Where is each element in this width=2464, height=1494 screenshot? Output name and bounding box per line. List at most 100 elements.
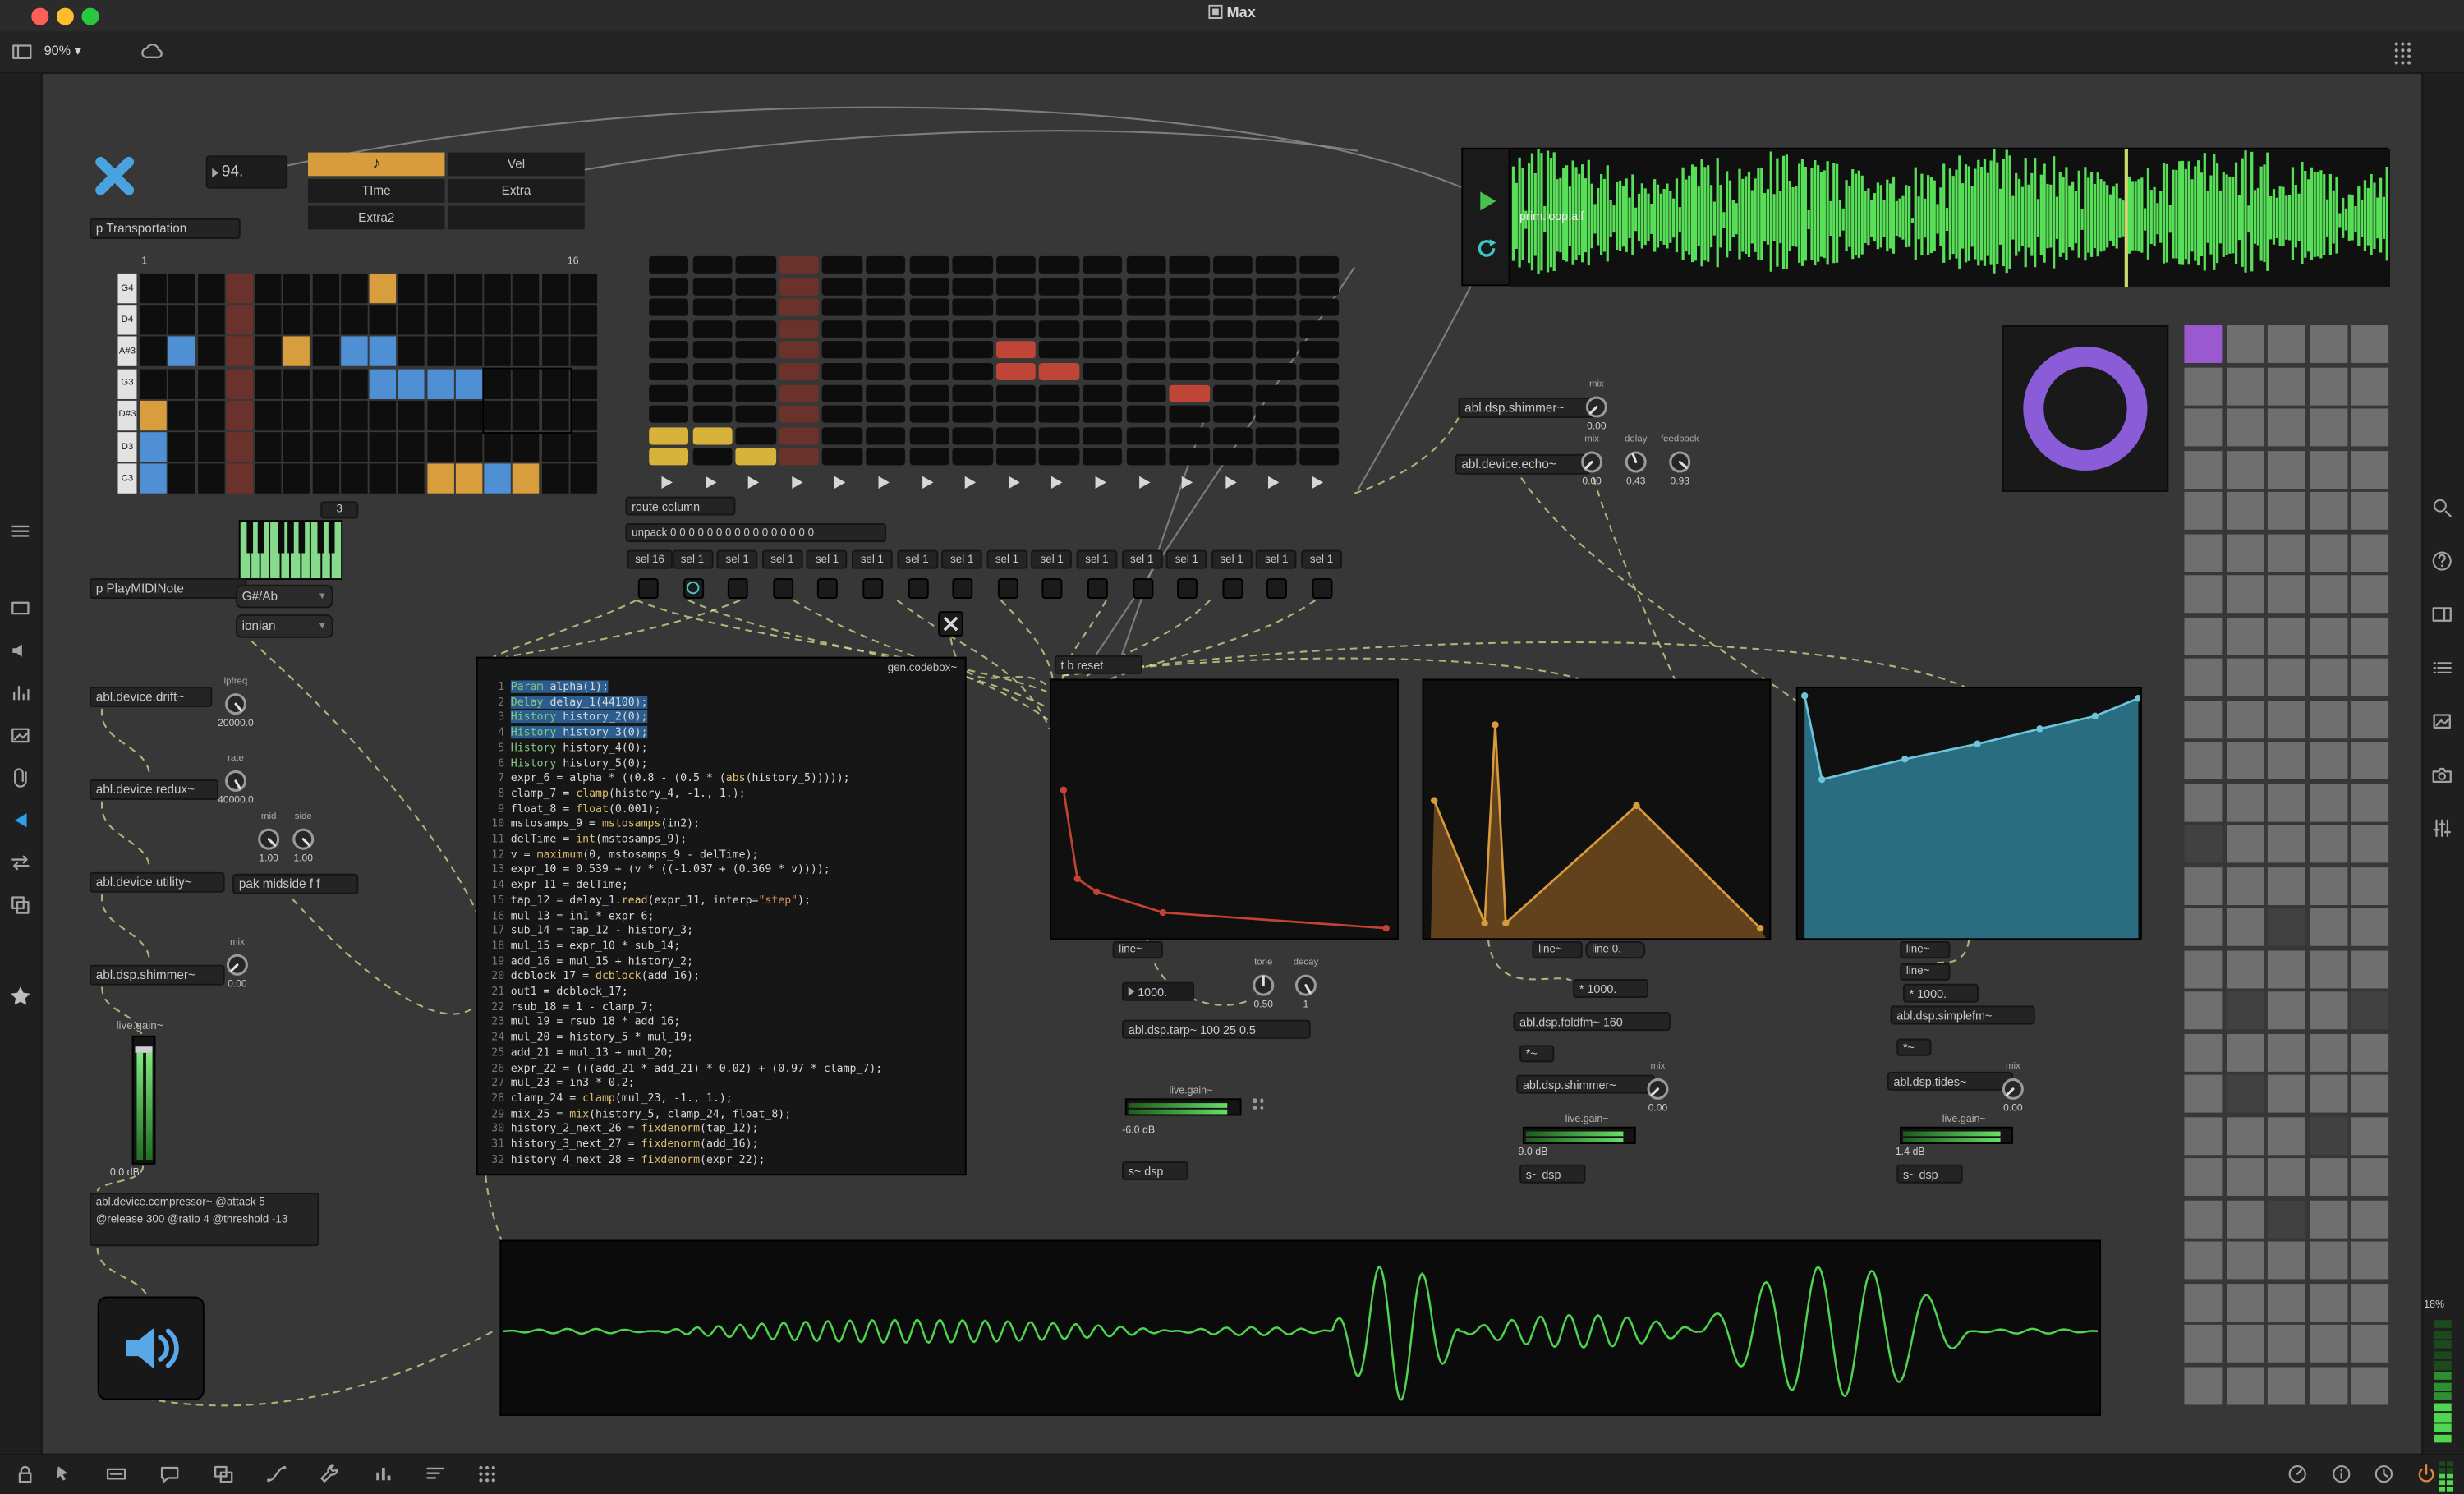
seq-cell[interactable] [341, 464, 368, 494]
matrix-cell[interactable] [2310, 1367, 2347, 1404]
matrix-cell[interactable] [2226, 742, 2264, 779]
piano-black-key[interactable] [278, 522, 284, 553]
step-cell[interactable] [1299, 406, 1340, 423]
step-note-cell[interactable] [996, 342, 1037, 359]
seq-cell[interactable] [370, 464, 397, 494]
seq-cell[interactable] [455, 400, 482, 430]
step-cell[interactable] [1170, 342, 1210, 359]
seq-note-cell[interactable] [140, 464, 167, 494]
step-cell[interactable] [866, 427, 906, 444]
sel-object[interactable]: sel 1 [1256, 550, 1297, 569]
times-signal-object[interactable]: *~ [1896, 1039, 1931, 1056]
matrix-cell[interactable] [2184, 1283, 2222, 1321]
play-triangle-icon[interactable] [792, 476, 802, 489]
matrix-cell[interactable] [2310, 1283, 2347, 1321]
matrix-cell[interactable] [2351, 1075, 2388, 1113]
step-note-cell[interactable] [1170, 384, 1210, 402]
matrix-cell[interactable] [2351, 950, 2388, 988]
seq-note-cell[interactable] [168, 337, 195, 366]
matrix-cell[interactable] [2268, 408, 2305, 446]
step-cell[interactable] [1170, 448, 1210, 466]
matrix-cell[interactable] [2184, 408, 2222, 446]
function-editor-red[interactable] [1050, 679, 1399, 940]
step-cell[interactable] [1213, 320, 1253, 338]
seq-cell[interactable] [197, 306, 224, 335]
scale-menu[interactable]: ionian▼ [236, 614, 333, 638]
matrix-cell[interactable] [2226, 867, 2264, 904]
seq-cell[interactable] [312, 306, 339, 335]
step-cell[interactable] [1170, 299, 1210, 316]
matrix-cell[interactable] [2268, 575, 2305, 613]
step-cell[interactable] [953, 363, 993, 380]
seq-cell[interactable] [484, 274, 511, 303]
matrix-cell[interactable] [2310, 534, 2347, 572]
piano-black-key[interactable] [318, 522, 324, 553]
step-cell[interactable] [1083, 406, 1123, 423]
step-cell[interactable] [779, 406, 820, 423]
seq-cell[interactable] [283, 432, 310, 462]
play-icon[interactable] [1476, 191, 1498, 213]
matrix-cell[interactable] [2184, 534, 2222, 572]
matrix-cell[interactable] [2351, 408, 2388, 446]
matrix-cell[interactable] [2351, 742, 2388, 779]
matrix-cell[interactable] [2226, 325, 2264, 363]
abl-device-drift[interactable]: abl.device.drift~ [90, 687, 212, 707]
toggle[interactable] [998, 578, 1018, 599]
step-cell[interactable] [1126, 278, 1166, 295]
matrix-cell[interactable] [2226, 1200, 2264, 1238]
matrix-cell[interactable] [2226, 1241, 2264, 1279]
seq-cell[interactable] [513, 432, 540, 462]
abl-dsp-shimmer[interactable]: abl.dsp.shimmer~ [90, 965, 225, 986]
palette-icon[interactable] [2392, 39, 2417, 65]
toggle[interactable] [908, 578, 928, 599]
seq-cell[interactable] [513, 306, 540, 335]
step-cell[interactable] [1213, 406, 1253, 423]
matrix-cell[interactable] [2310, 1241, 2347, 1279]
seq-cell[interactable] [197, 274, 224, 303]
step-cell[interactable] [1083, 363, 1123, 380]
step-cell[interactable] [649, 299, 689, 316]
step-cell[interactable] [822, 384, 862, 402]
step-cell[interactable] [909, 299, 949, 316]
matrix-cell[interactable] [2351, 617, 2388, 655]
seq-cell[interactable] [312, 369, 339, 398]
matrix-cell[interactable] [2268, 534, 2305, 572]
step-cell[interactable] [1039, 406, 1079, 423]
filters-icon[interactable] [2430, 816, 2455, 841]
step-cell[interactable] [953, 256, 993, 274]
play-triangle-icon[interactable] [748, 476, 759, 489]
seq-cell[interactable] [570, 306, 597, 335]
seq-cell[interactable] [226, 306, 253, 335]
preset-dot[interactable] [1253, 1098, 1257, 1102]
step-cell[interactable] [1083, 299, 1123, 316]
matrix-cell[interactable] [2226, 1075, 2264, 1113]
toggle[interactable] [1133, 578, 1153, 599]
seq-cell[interactable] [398, 464, 425, 494]
seq-cell[interactable] [426, 306, 453, 335]
feedback-dial[interactable] [1667, 449, 1693, 475]
piano-black-key[interactable] [329, 522, 335, 553]
step-cell[interactable] [1083, 320, 1123, 338]
step-cell[interactable] [1083, 384, 1123, 402]
seq-cell[interactable] [168, 400, 195, 430]
matrix-cell[interactable] [2226, 950, 2264, 988]
abl-dsp-foldfm[interactable]: abl.dsp.foldfm~ 160 [1513, 1012, 1670, 1031]
send-dsp[interactable]: s~ dsp [1896, 1165, 1962, 1184]
matrix-cell[interactable] [2226, 825, 2264, 862]
step-cell[interactable] [1126, 406, 1166, 423]
abl-device-compressor[interactable]: abl.device.compressor~ @attack 5 @releas… [90, 1193, 319, 1246]
seq-cell[interactable] [455, 274, 482, 303]
waveform-display[interactable] [1510, 149, 2390, 287]
step-cell[interactable] [779, 427, 820, 444]
matrix-cell[interactable] [2184, 784, 2222, 821]
matrix-cell[interactable] [2351, 1158, 2388, 1196]
abl-device-utility[interactable]: abl.device.utility~ [90, 872, 225, 893]
matrix-cell[interactable] [2310, 784, 2347, 821]
live-gain-horizontal[interactable] [1523, 1127, 1636, 1144]
line-object[interactable]: line~ [1113, 941, 1163, 958]
preset-dot[interactable] [1259, 1098, 1263, 1102]
seq-note-cell[interactable] [398, 369, 425, 398]
comment-icon[interactable] [157, 1461, 182, 1487]
tab-extra[interactable]: Extra [448, 179, 584, 203]
matrix-cell[interactable] [2310, 742, 2347, 779]
